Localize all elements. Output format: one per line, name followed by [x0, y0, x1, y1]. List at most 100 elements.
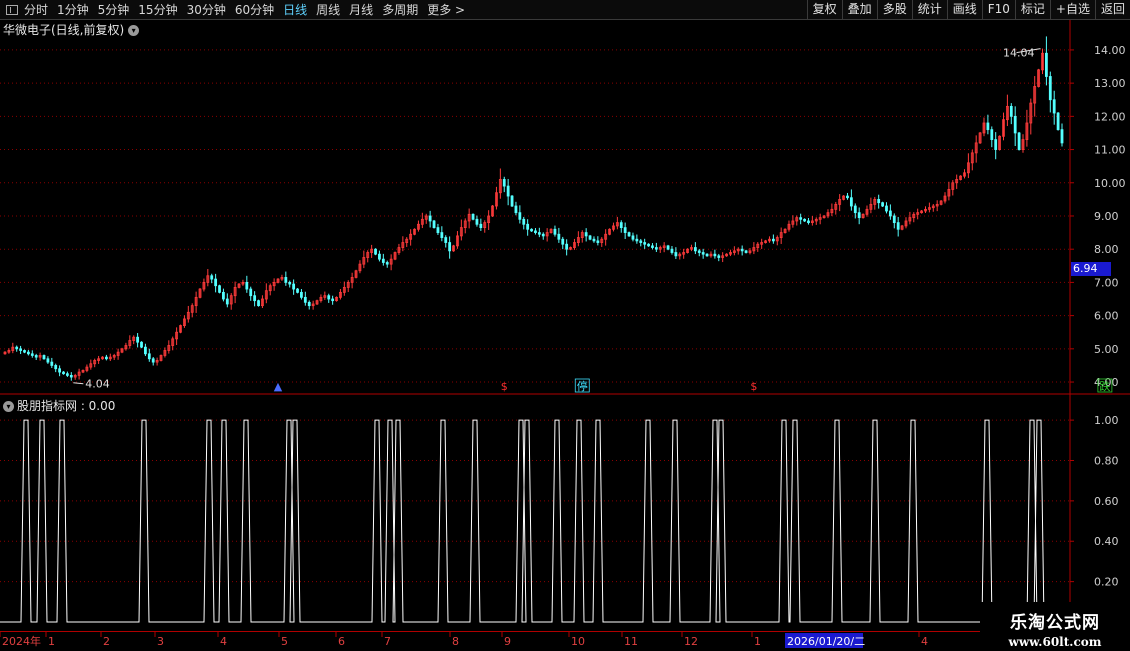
candle-body	[666, 245, 670, 250]
candle-body	[331, 298, 335, 302]
candle-body	[50, 361, 54, 366]
date-axis-labels: 2024年 1 2 3 4 5 6 7 8 9 10 11 12 1 42026/01/20/二	[0, 632, 928, 648]
y-tick-label: 7.00	[1094, 276, 1119, 289]
candle-body	[105, 356, 108, 360]
candle-body	[888, 210, 892, 217]
y-tick-label: 5.00	[1094, 343, 1119, 356]
candle-body	[1013, 115, 1017, 134]
candle-body	[1009, 105, 1013, 117]
candle-body	[1048, 76, 1052, 101]
candle-body	[58, 368, 62, 373]
candle-body	[713, 253, 717, 257]
candle-body	[541, 233, 545, 237]
candle-body	[1060, 129, 1064, 144]
candle-body	[522, 218, 526, 225]
candle-body	[510, 195, 514, 207]
candle-body	[144, 346, 147, 355]
date-axis-label: 4	[220, 635, 227, 648]
candle-body	[651, 245, 654, 248]
date-axis-label: 10	[571, 635, 585, 648]
candle-body	[526, 223, 530, 230]
candle-body	[1056, 112, 1060, 131]
watermark-title: 乐淘公式网	[1010, 613, 1100, 633]
candle-body	[619, 222, 623, 229]
candle-body	[807, 220, 810, 224]
candle-body	[257, 300, 260, 307]
candle-body	[697, 250, 701, 253]
candle-body	[475, 218, 479, 225]
candle-body	[502, 179, 506, 187]
candle-body	[27, 351, 30, 355]
candle-body	[19, 348, 23, 351]
event-marker: 停	[577, 379, 588, 393]
indicator-y-tick-label: 0.80	[1094, 454, 1119, 467]
y-tick-label: 11.00	[1094, 144, 1126, 157]
candle-body	[288, 282, 292, 285]
candle-body	[701, 252, 705, 255]
event-marker: $	[750, 380, 757, 393]
candle-body	[849, 197, 853, 207]
candle-body	[986, 122, 990, 131]
candle-body	[374, 248, 377, 255]
candle-body	[428, 215, 432, 222]
low-label: 4.04	[85, 378, 110, 391]
candle-body	[670, 248, 674, 253]
indicator-signal-line	[0, 419, 1070, 623]
candle-body	[799, 217, 803, 220]
event-marker: 跌	[1099, 379, 1110, 393]
candle-body	[744, 250, 748, 253]
candle-body	[881, 202, 884, 207]
date-axis-label: 12	[684, 635, 698, 648]
candle-body	[42, 355, 46, 360]
candle-body	[436, 227, 440, 233]
low-arrow	[73, 382, 84, 385]
candle-body	[647, 243, 650, 247]
candle-body	[518, 212, 522, 220]
date-axis-label: 3	[157, 635, 164, 648]
date-axis-label: 2024年	[2, 634, 41, 648]
candle-body	[623, 227, 627, 233]
candle-body	[553, 228, 557, 235]
date-axis: 2024年 1 2 3 4 5 6 7 8 9 10 11 12 1 4 2026/01/20/二	[0, 631, 1130, 651]
candle-body	[635, 238, 639, 242]
candle-body	[136, 336, 140, 343]
candle-body	[639, 240, 643, 243]
candle-body	[643, 242, 647, 245]
candle-body	[448, 242, 452, 252]
indicator-y-tick-label: 0.20	[1094, 576, 1119, 589]
indicator-y-tick-label: 0.60	[1094, 495, 1119, 508]
candle-body	[378, 253, 381, 260]
candle-body	[1044, 52, 1048, 77]
candle-body	[300, 291, 303, 298]
candle-body	[34, 355, 38, 358]
candle-body	[296, 288, 299, 293]
candle-body	[225, 298, 229, 305]
candle-body	[627, 232, 631, 237]
candle-body	[514, 205, 518, 214]
candle-body	[994, 139, 998, 150]
candle-body	[222, 291, 225, 300]
event-marker: $	[501, 380, 508, 393]
candle-body	[210, 275, 214, 280]
candle-body	[693, 247, 697, 252]
candle-body	[705, 253, 709, 257]
candle-body	[740, 248, 744, 252]
indicator-y-tick-label: 1.00	[1094, 414, 1119, 427]
candle-body	[584, 232, 588, 237]
candle-body	[561, 238, 565, 245]
candle-body	[885, 205, 888, 212]
watermark-url: www.60lt.com	[1008, 635, 1102, 649]
candle-body	[303, 296, 307, 303]
indicator-title[interactable]: ▾ 股朋指标网 : 0.00	[3, 397, 115, 414]
candle-body	[249, 288, 253, 297]
y-tick-label: 6.00	[1094, 310, 1119, 323]
candle-body	[530, 228, 533, 232]
y-tick-label: 9.00	[1094, 210, 1119, 223]
candle-body	[54, 365, 58, 370]
candle-body	[66, 373, 69, 376]
date-axis-label: 11	[624, 635, 638, 648]
event-marker: ▲	[274, 380, 283, 393]
candle-body	[23, 350, 26, 353]
y-tick-label: 8.00	[1094, 243, 1119, 256]
chevron-down-icon[interactable]: ▾	[3, 401, 14, 412]
